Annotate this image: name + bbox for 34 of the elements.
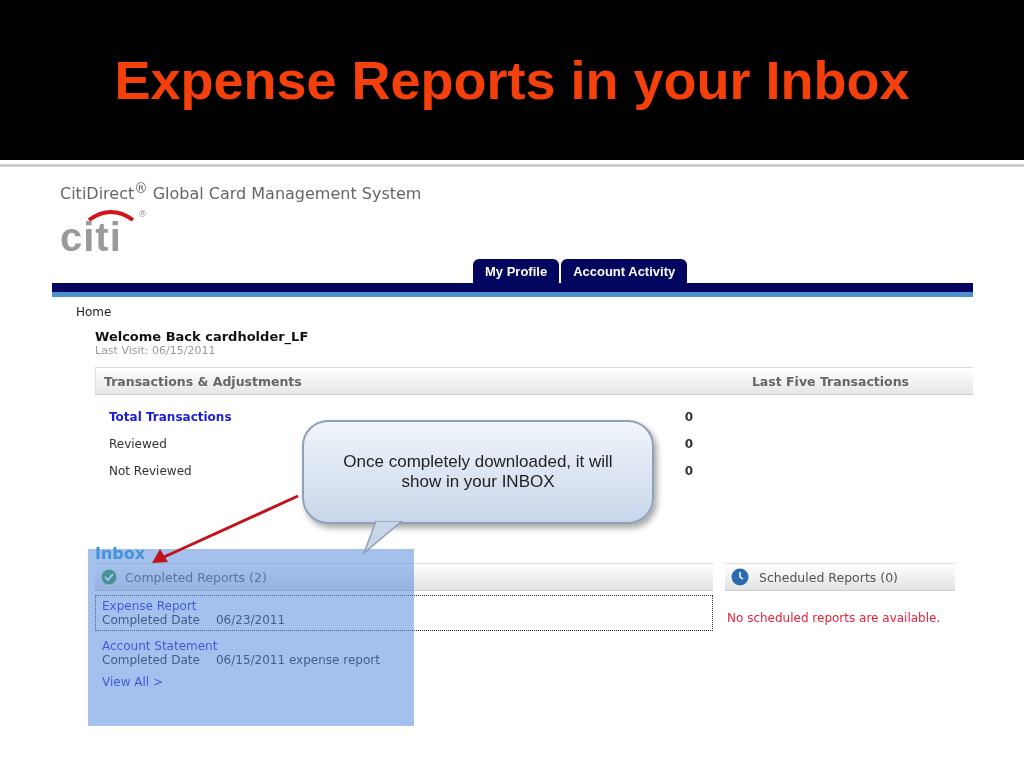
clock-icon xyxy=(731,568,749,587)
row-label: Not Reviewed xyxy=(109,463,192,478)
nav-tab[interactable]: My Profile xyxy=(473,259,560,284)
report-item[interactable]: Account Statement Completed Date 06/15/2011 expense report xyxy=(95,635,713,672)
count-value: 0 xyxy=(684,436,693,451)
report-link[interactable]: Account Statement xyxy=(102,639,706,654)
nav-tab[interactable]: Account Activity xyxy=(561,259,688,284)
last-visit-text: Last Visit: 06/15/2011 xyxy=(95,344,216,358)
section-title: Completed Reports (2) xyxy=(125,569,267,585)
check-icon xyxy=(101,569,117,586)
breadcrumb[interactable]: Home xyxy=(76,305,973,320)
welcome-text: Welcome Back cardholder_LF xyxy=(95,329,310,345)
date-value: 06/15/2011 expense report xyxy=(215,653,380,668)
row-label: Reviewed xyxy=(109,436,167,451)
report-link[interactable]: Expense Report xyxy=(102,599,706,614)
date-value: 06/23/2011 xyxy=(215,613,286,628)
view-all-link[interactable]: View All > xyxy=(102,675,713,690)
slide-title: Expense Reports in your Inbox xyxy=(114,49,910,111)
logo-arc-icon xyxy=(86,209,136,222)
count-value: 0 xyxy=(684,409,693,424)
section-title: Transactions & Adjustments xyxy=(104,373,302,389)
registered-mark: ® xyxy=(138,209,147,220)
app-title: CitiDirect$^{®}$ Global Card Management System xyxy=(60,181,423,204)
logo-text: citi xyxy=(60,221,123,254)
inbox-title: Inbox xyxy=(95,544,147,564)
report-item[interactable]: Expense Report Completed Date 06/23/2011 xyxy=(95,595,713,632)
empty-message: No scheduled reports are available. xyxy=(727,611,942,626)
date-label: Completed Date xyxy=(102,613,200,628)
callout-text: Once completely downloaded, it will show in your INBOX xyxy=(342,452,614,492)
count-value: 0 xyxy=(684,463,693,478)
section-title: Last Five Transactions xyxy=(751,373,909,389)
section-title: Scheduled Reports (0) xyxy=(759,569,898,585)
transactions-link[interactable]: Total Transactions xyxy=(109,409,232,424)
date-label: Completed Date xyxy=(102,653,200,668)
